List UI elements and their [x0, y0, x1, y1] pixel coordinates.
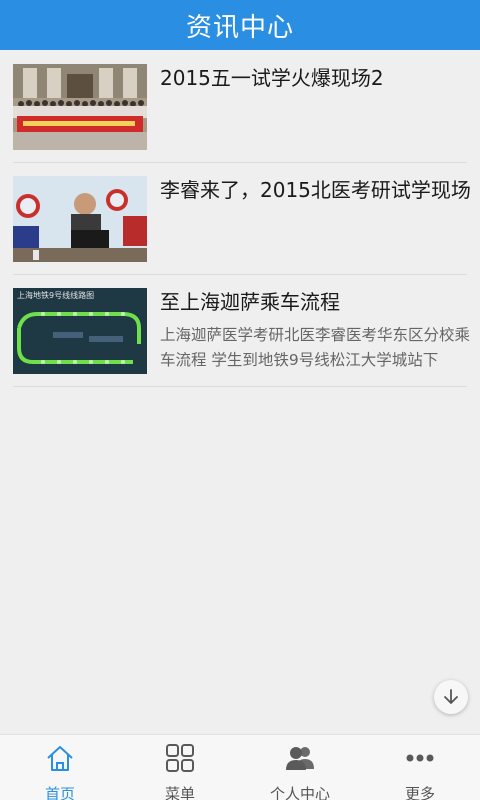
- more-icon: [404, 743, 436, 773]
- home-icon: [44, 743, 76, 773]
- tab-label: 首页: [44, 785, 75, 800]
- tab-label: 更多: [404, 785, 435, 800]
- tab-label: 个人中心: [269, 785, 330, 800]
- grid-icon: [164, 743, 196, 773]
- tab-label: 菜单: [164, 785, 195, 800]
- scroll-down-button[interactable]: [434, 680, 468, 714]
- news-thumbnail: [13, 64, 147, 150]
- news-description: 上海迦萨医学考研北医李睿医考华东区分校乘车流程 学生到地铁9号线松江大学城站下: [160, 323, 472, 373]
- news-description-text: 上海迦萨医学考研北医李睿医考华东区分校乘车流程 学生到地铁9号线松江大学城站下: [160, 326, 471, 369]
- thumb-caption: 上海地铁9号线线路图: [17, 290, 94, 300]
- tab-profile[interactable]: 个人中心: [240, 735, 360, 800]
- news-title: 2015五一试学火爆现场2: [160, 66, 384, 90]
- group-photo-thumbnail: [13, 64, 147, 150]
- bottom-tab-bar: 首页 菜单 个人中心 更多: [0, 734, 480, 800]
- tab-home[interactable]: 首页: [0, 735, 120, 800]
- title-bar: 资讯中心: [0, 0, 480, 50]
- user-icon: [284, 743, 316, 773]
- news-list: 2015五一试学火爆现场2 李睿来了，2015北医考研试学现场 上海地铁9号线线…: [0, 51, 480, 387]
- news-item[interactable]: 2015五一试学火爆现场2: [13, 51, 467, 163]
- news-title: 李睿来了，2015北医考研试学现场: [160, 178, 471, 202]
- metro-map-thumbnail: 上海地铁9号线线路图: [13, 288, 147, 374]
- lecture-photo-thumbnail: [13, 176, 147, 262]
- tab-menu[interactable]: 菜单: [120, 735, 240, 800]
- news-item[interactable]: 李睿来了，2015北医考研试学现场: [13, 163, 471, 275]
- news-title: 至上海迦萨乘车流程: [160, 290, 340, 314]
- page-title: 资讯中心: [185, 12, 294, 43]
- news-thumbnail: 上海地铁9号线线路图: [13, 288, 147, 374]
- news-thumbnail: [13, 176, 147, 262]
- app-root: 资讯中心 2015五一试学火爆现场2 李睿来了，2015北医考研试学现场 上海地…: [0, 0, 480, 800]
- news-item[interactable]: 上海地铁9号线线路图 至上海迦萨乘车流程 上海迦萨医学考研北医李睿医考华东区分校…: [13, 275, 470, 387]
- tab-more[interactable]: 更多: [360, 735, 480, 800]
- arrow-down-icon: [444, 689, 458, 704]
